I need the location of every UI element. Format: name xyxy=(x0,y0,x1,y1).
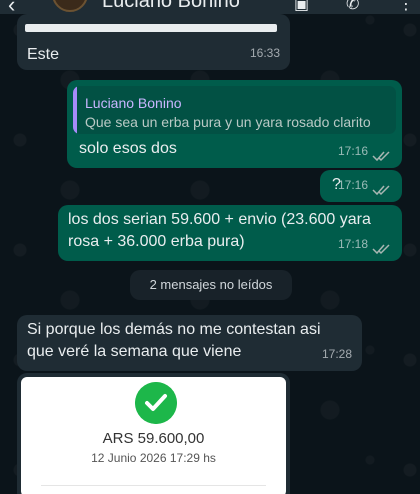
quote-accent-bar xyxy=(73,86,77,134)
quoted-text: Que sea un erba pura y un yara rosado cl… xyxy=(85,114,371,130)
video-call-icon[interactable]: ▣ xyxy=(294,0,309,14)
divider xyxy=(41,485,266,486)
message-time: 17:16 xyxy=(337,144,368,158)
message-bubble-outgoing[interactable]: los dos serian 59.600 + envio (23.600 ya… xyxy=(58,205,402,261)
receipt-date: 12 Junio 2026 17:29 hs xyxy=(91,451,216,465)
phone-icon[interactable]: ✆ xyxy=(346,0,359,14)
payment-receipt-image[interactable]: ARS 59.600,00 12 Junio 2026 17:29 hs xyxy=(21,377,286,494)
chat-header: ‹ Luciano Bonino ▣ ✆ ⋮ xyxy=(0,0,420,14)
read-ticks-icon xyxy=(372,185,390,196)
receipt-amount: ARS 59.600,00 xyxy=(102,430,205,447)
message-bubble-incoming[interactable]: Este 16:33 xyxy=(17,14,290,70)
message-text: Este xyxy=(27,46,60,63)
message-bubble-incoming[interactable]: Si porque los demás no me contestan asi … xyxy=(17,315,362,371)
message-text: solo esos dos xyxy=(79,140,177,157)
message-text: Si porque los demás no me contestan asi … xyxy=(27,321,321,360)
more-vert-icon[interactable]: ⋮ xyxy=(398,0,414,14)
message-time: 17:16 xyxy=(337,178,368,192)
read-ticks-icon xyxy=(372,244,390,255)
message-bubble-outgoing[interactable]: ? 17:16 xyxy=(320,170,402,202)
read-ticks-icon xyxy=(372,151,390,162)
contact-name[interactable]: Luciano Bonino xyxy=(102,0,240,13)
back-arrow-icon[interactable]: ‹ xyxy=(8,0,15,14)
quoted-message[interactable]: Luciano Bonino Que sea un erba pura y un… xyxy=(73,86,396,134)
message-time: 17:18 xyxy=(337,237,368,251)
media-preview-strip xyxy=(25,24,277,32)
check-circle-icon xyxy=(135,382,177,424)
unread-messages-banner: 2 mensajes no leídos xyxy=(130,270,292,300)
image-message-bubble[interactable]: ARS 59.600,00 12 Junio 2026 17:29 hs xyxy=(17,373,290,494)
message-time: 16:33 xyxy=(249,46,280,60)
message-bubble-outgoing[interactable]: Luciano Bonino Que sea un erba pura y un… xyxy=(67,80,402,168)
avatar[interactable] xyxy=(52,0,88,12)
message-time: 17:28 xyxy=(321,347,352,361)
